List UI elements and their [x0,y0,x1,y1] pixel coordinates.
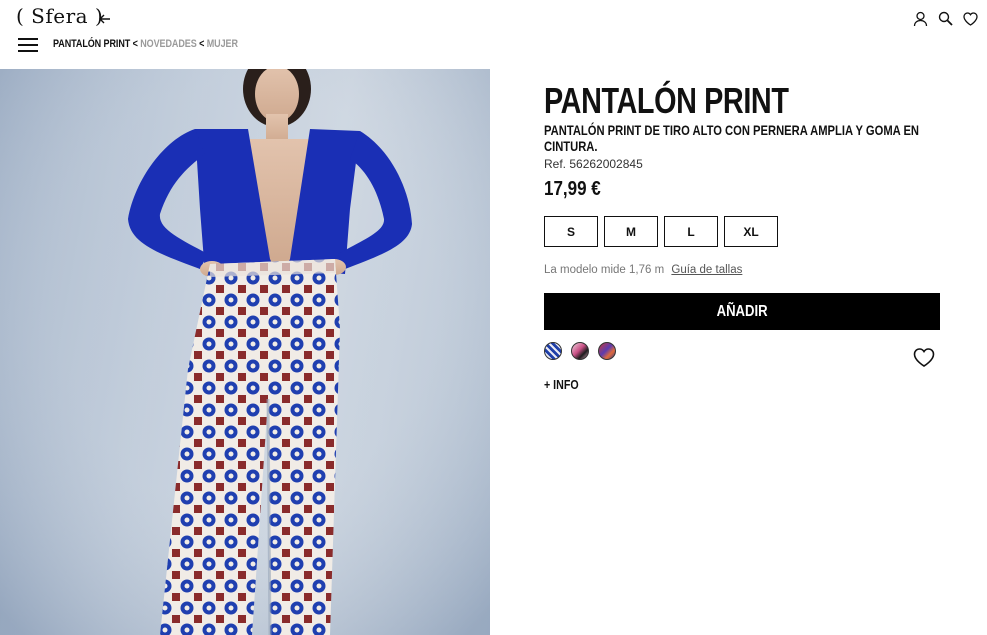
breadcrumb-item-mujer[interactable]: MUJER [207,38,238,50]
breadcrumb-separator: < [132,38,138,50]
add-to-cart-label: AÑADIR [716,302,768,320]
header-actions [912,10,979,27]
color-swatches [544,342,616,360]
back-arrow-icon[interactable] [98,12,112,26]
size-xl-button[interactable]: XL [724,216,778,247]
size-selector: S M L XL [544,216,778,247]
breadcrumb-current: PANTALÓN PRINT [53,38,131,50]
heart-icon[interactable] [962,10,979,27]
model-info: La modelo mide 1,76 m Guía de tallas [544,264,742,276]
product-ref: Ref. 56262002845 [544,157,643,171]
size-l-button[interactable]: L [664,216,718,247]
breadcrumb-separator: < [199,38,205,50]
size-guide-link[interactable]: Guía de tallas [671,264,742,276]
search-icon[interactable] [937,10,954,27]
size-s-button[interactable]: S [544,216,598,247]
product-description: PANTALÓN PRINT DE TIRO ALTO CON PERNERA … [544,122,920,154]
size-m-button[interactable]: M [604,216,658,247]
more-info-link[interactable]: + INFO [544,377,579,392]
product-image[interactable] [0,69,490,635]
add-to-cart-button[interactable]: AÑADIR [544,293,940,330]
swatch-pink-print[interactable] [571,342,589,360]
model-illustration [0,69,490,635]
logo-text: ( Sfera ) [16,4,104,28]
breadcrumb-item-novedades[interactable]: NOVEDADES [140,38,196,50]
breadcrumb: PANTALÓN PRINT < NOVEDADES < MUJER [53,38,238,50]
user-icon[interactable] [912,10,929,27]
wishlist-heart-icon[interactable] [912,346,936,368]
sfera-logo[interactable]: ( Sfera ) [16,4,103,28]
menu-icon[interactable] [18,38,38,52]
product-price: 17,99 € [544,178,601,200]
swatch-red-print[interactable] [598,342,616,360]
product-title: PANTALÓN PRINT [544,80,789,121]
swatch-blue-print[interactable] [544,342,562,360]
model-height-text: La modelo mide 1,76 m [544,264,665,276]
